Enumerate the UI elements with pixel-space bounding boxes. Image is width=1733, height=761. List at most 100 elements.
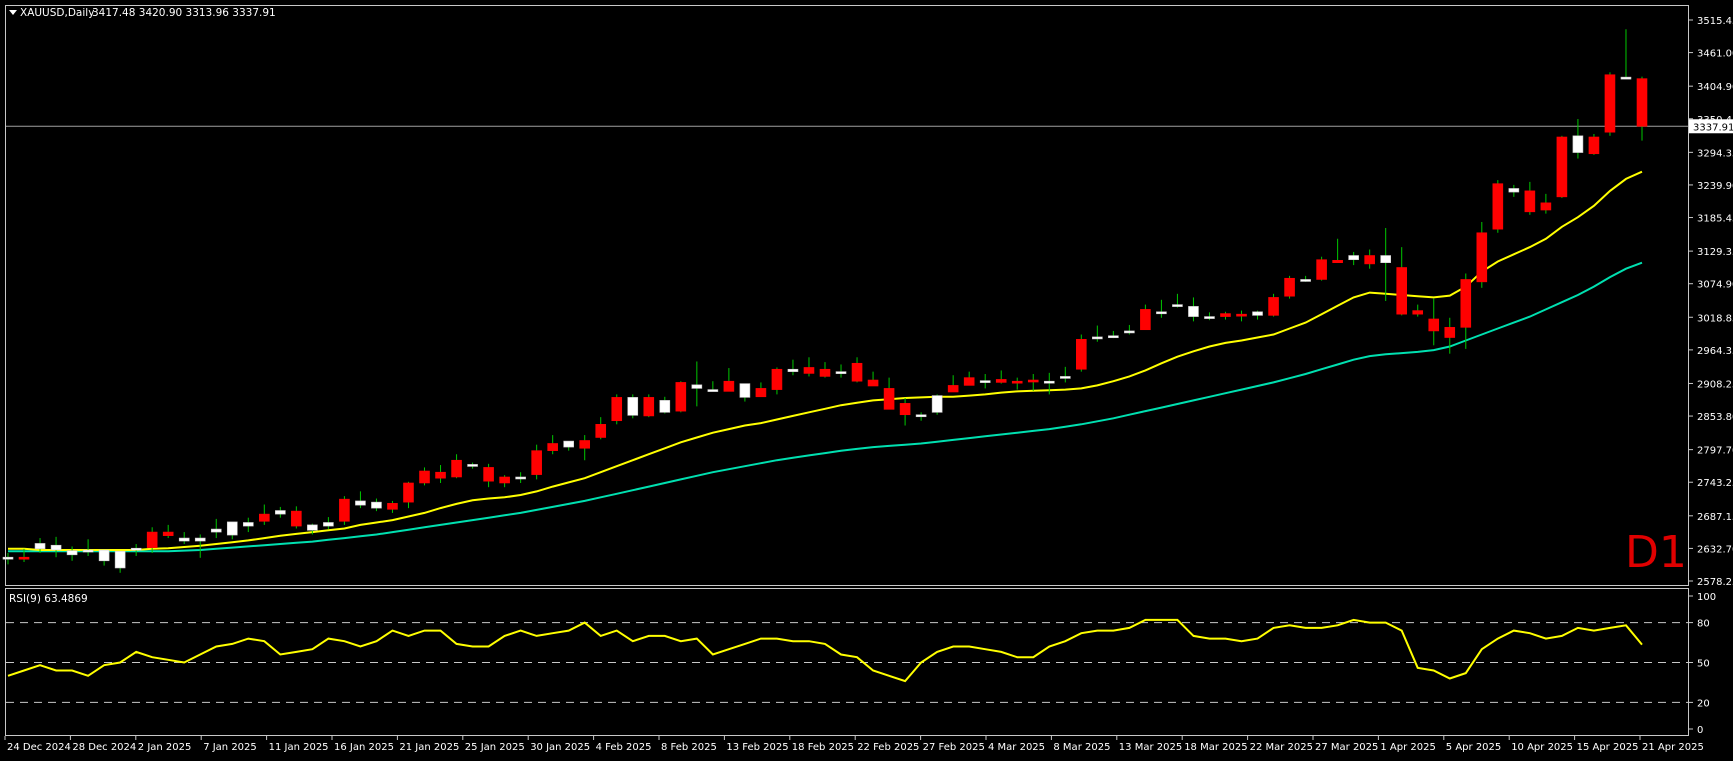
bearish-candle[interactable] — [291, 510, 302, 527]
bullish-candle[interactable] — [1059, 376, 1071, 379]
bearish-candle[interactable] — [675, 382, 687, 412]
bearish-candle[interactable] — [851, 362, 863, 382]
bearish-candle[interactable] — [1604, 74, 1616, 133]
bullish-candle[interactable] — [1108, 335, 1119, 339]
bullish-candle[interactable] — [355, 500, 366, 506]
bullish-candle[interactable] — [98, 549, 110, 562]
bullish-candle[interactable] — [114, 550, 126, 569]
bearish-candle[interactable] — [483, 467, 494, 482]
bullish-candle[interactable] — [931, 395, 943, 413]
bullish-candle[interactable] — [627, 397, 639, 416]
bearish-candle[interactable] — [1492, 183, 1504, 230]
bullish-candle[interactable] — [1300, 279, 1311, 282]
bullish-candle[interactable] — [178, 537, 190, 542]
bearish-candle[interactable] — [867, 379, 879, 387]
bearish-candle[interactable] — [1268, 297, 1279, 316]
bullish-candle[interactable] — [467, 464, 478, 467]
bearish-candle[interactable] — [755, 388, 767, 398]
bullish-candle[interactable] — [226, 521, 238, 536]
bullish-candle[interactable] — [194, 537, 206, 542]
bearish-candle[interactable] — [339, 498, 350, 522]
bullish-candle[interactable] — [1156, 311, 1167, 315]
bullish-candle[interactable] — [130, 547, 142, 551]
bearish-candle[interactable] — [1588, 136, 1600, 155]
bullish-candle[interactable] — [323, 522, 334, 527]
bullish-candle[interactable] — [50, 544, 62, 551]
bullish-candle[interactable] — [563, 440, 574, 448]
chart-svg[interactable]: 1008050200 3515.453461.003404.903350.453… — [0, 0, 1733, 757]
bearish-candle[interactable] — [1396, 267, 1408, 315]
bearish-candle[interactable] — [1236, 313, 1247, 317]
bullish-candle[interactable] — [1188, 306, 1199, 317]
bearish-candle[interactable] — [947, 385, 959, 393]
bearish-candle[interactable] — [643, 397, 655, 417]
bearish-candle[interactable] — [1364, 255, 1375, 265]
bullish-candle[interactable] — [707, 389, 719, 392]
bullish-candle[interactable] — [1348, 255, 1359, 261]
bullish-candle[interactable] — [242, 522, 254, 527]
bearish-candle[interactable] — [1444, 327, 1456, 338]
bearish-candle[interactable] — [419, 470, 430, 484]
bearish-candle[interactable] — [1636, 78, 1648, 127]
bullish-candle[interactable] — [1252, 311, 1263, 316]
bullish-candle[interactable] — [515, 476, 526, 480]
bearish-candle[interactable] — [1332, 260, 1343, 263]
bullish-candle[interactable] — [1380, 255, 1391, 263]
bearish-candle[interactable] — [819, 368, 831, 377]
bearish-candle[interactable] — [1524, 190, 1536, 213]
bullish-candle[interactable] — [307, 524, 318, 531]
bearish-candle[interactable] — [995, 379, 1007, 383]
bullish-candle[interactable] — [915, 414, 927, 418]
bearish-candle[interactable] — [723, 380, 735, 392]
bullish-candle[interactable] — [659, 400, 671, 413]
bearish-candle[interactable] — [1220, 313, 1231, 317]
bullish-candle[interactable] — [275, 510, 286, 515]
bullish-candle[interactable] — [739, 383, 751, 398]
bearish-candle[interactable] — [162, 531, 174, 536]
bearish-candle[interactable] — [1428, 318, 1440, 332]
bullish-candle[interactable] — [1092, 336, 1103, 340]
bearish-candle[interactable] — [1556, 136, 1568, 198]
bullish-candle[interactable] — [66, 550, 78, 556]
bearish-candle[interactable] — [435, 471, 446, 479]
bullish-candle[interactable] — [1124, 330, 1135, 334]
bullish-candle[interactable] — [979, 380, 991, 383]
bearish-candle[interactable] — [611, 397, 623, 422]
bearish-candle[interactable] — [1460, 279, 1472, 328]
bearish-candle[interactable] — [1540, 202, 1552, 211]
bearish-candle[interactable] — [531, 450, 542, 475]
bearish-candle[interactable] — [803, 367, 815, 374]
bullish-candle[interactable] — [1172, 304, 1183, 307]
bearish-candle[interactable] — [579, 440, 591, 449]
bearish-candle[interactable] — [1011, 380, 1023, 384]
bullish-candle[interactable] — [1620, 76, 1632, 80]
bearish-candle[interactable] — [146, 531, 158, 548]
bearish-candle[interactable] — [1076, 339, 1087, 370]
bearish-candle[interactable] — [259, 513, 270, 522]
bearish-candle[interactable] — [451, 459, 462, 478]
bearish-candle[interactable] — [1140, 309, 1151, 331]
bearish-candle[interactable] — [1027, 379, 1039, 383]
trading-chart[interactable]: 1008050200 3515.453461.003404.903350.453… — [0, 0, 1733, 757]
bullish-candle[interactable] — [82, 549, 94, 553]
bearish-candle[interactable] — [771, 368, 783, 390]
bullish-candle[interactable] — [1204, 316, 1215, 319]
bearish-candle[interactable] — [1476, 232, 1488, 283]
bearish-candle[interactable] — [403, 482, 414, 503]
bearish-candle[interactable] — [1412, 310, 1424, 315]
bullish-candle[interactable] — [787, 368, 799, 372]
bearish-candle[interactable] — [595, 424, 607, 438]
bullish-candle[interactable] — [835, 371, 847, 374]
bullish-candle[interactable] — [691, 384, 703, 389]
bearish-candle[interactable] — [1316, 259, 1327, 280]
bullish-candle[interactable] — [1043, 380, 1055, 384]
bearish-candle[interactable] — [963, 377, 975, 386]
bearish-candle[interactable] — [883, 388, 895, 410]
bullish-candle[interactable] — [1572, 135, 1584, 153]
bearish-candle[interactable] — [499, 476, 510, 484]
bullish-candle[interactable] — [2, 556, 14, 560]
bullish-candle[interactable] — [210, 528, 222, 533]
bullish-candle[interactable] — [371, 501, 382, 509]
bullish-candle[interactable] — [34, 543, 46, 550]
bearish-candle[interactable] — [1284, 277, 1295, 297]
